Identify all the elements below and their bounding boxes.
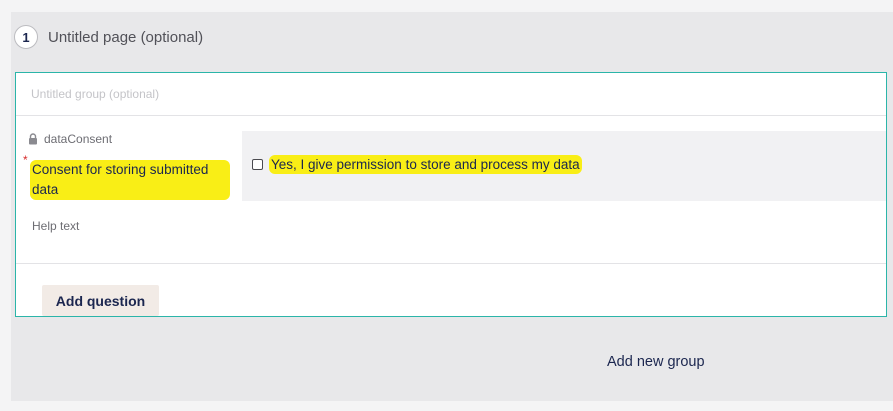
question-alias-text: dataConsent <box>44 132 113 146</box>
question-row[interactable]: dataConsent * Consent for storing submit… <box>16 116 886 264</box>
consent-choice-label[interactable]: Yes, I give permission to store and proc… <box>269 155 582 174</box>
answer-preview-area: Yes, I give permission to store and proc… <box>242 131 886 201</box>
add-question-button[interactable]: Add question <box>42 285 159 316</box>
required-mark: * <box>23 153 28 167</box>
question-label[interactable]: Consent for storing submitted data <box>30 160 230 200</box>
group-title-row[interactable]: Untitled group (optional) <box>16 73 886 116</box>
question-alias: dataConsent <box>28 132 112 146</box>
add-new-group-button[interactable]: Add new group <box>607 354 705 370</box>
group-title[interactable]: Untitled group (optional) <box>31 87 159 101</box>
page-title[interactable]: Untitled page (optional) <box>48 29 203 46</box>
help-text[interactable]: Help text <box>32 219 79 233</box>
page-header: 1 Untitled page (optional) <box>14 24 203 50</box>
lock-icon <box>29 133 37 145</box>
consent-checkbox[interactable] <box>252 159 263 170</box>
question-group-card: Untitled group (optional) dataConsent * … <box>15 72 887 317</box>
page-number-badge[interactable]: 1 <box>14 25 38 49</box>
consent-choice[interactable]: Yes, I give permission to store and proc… <box>252 155 582 174</box>
